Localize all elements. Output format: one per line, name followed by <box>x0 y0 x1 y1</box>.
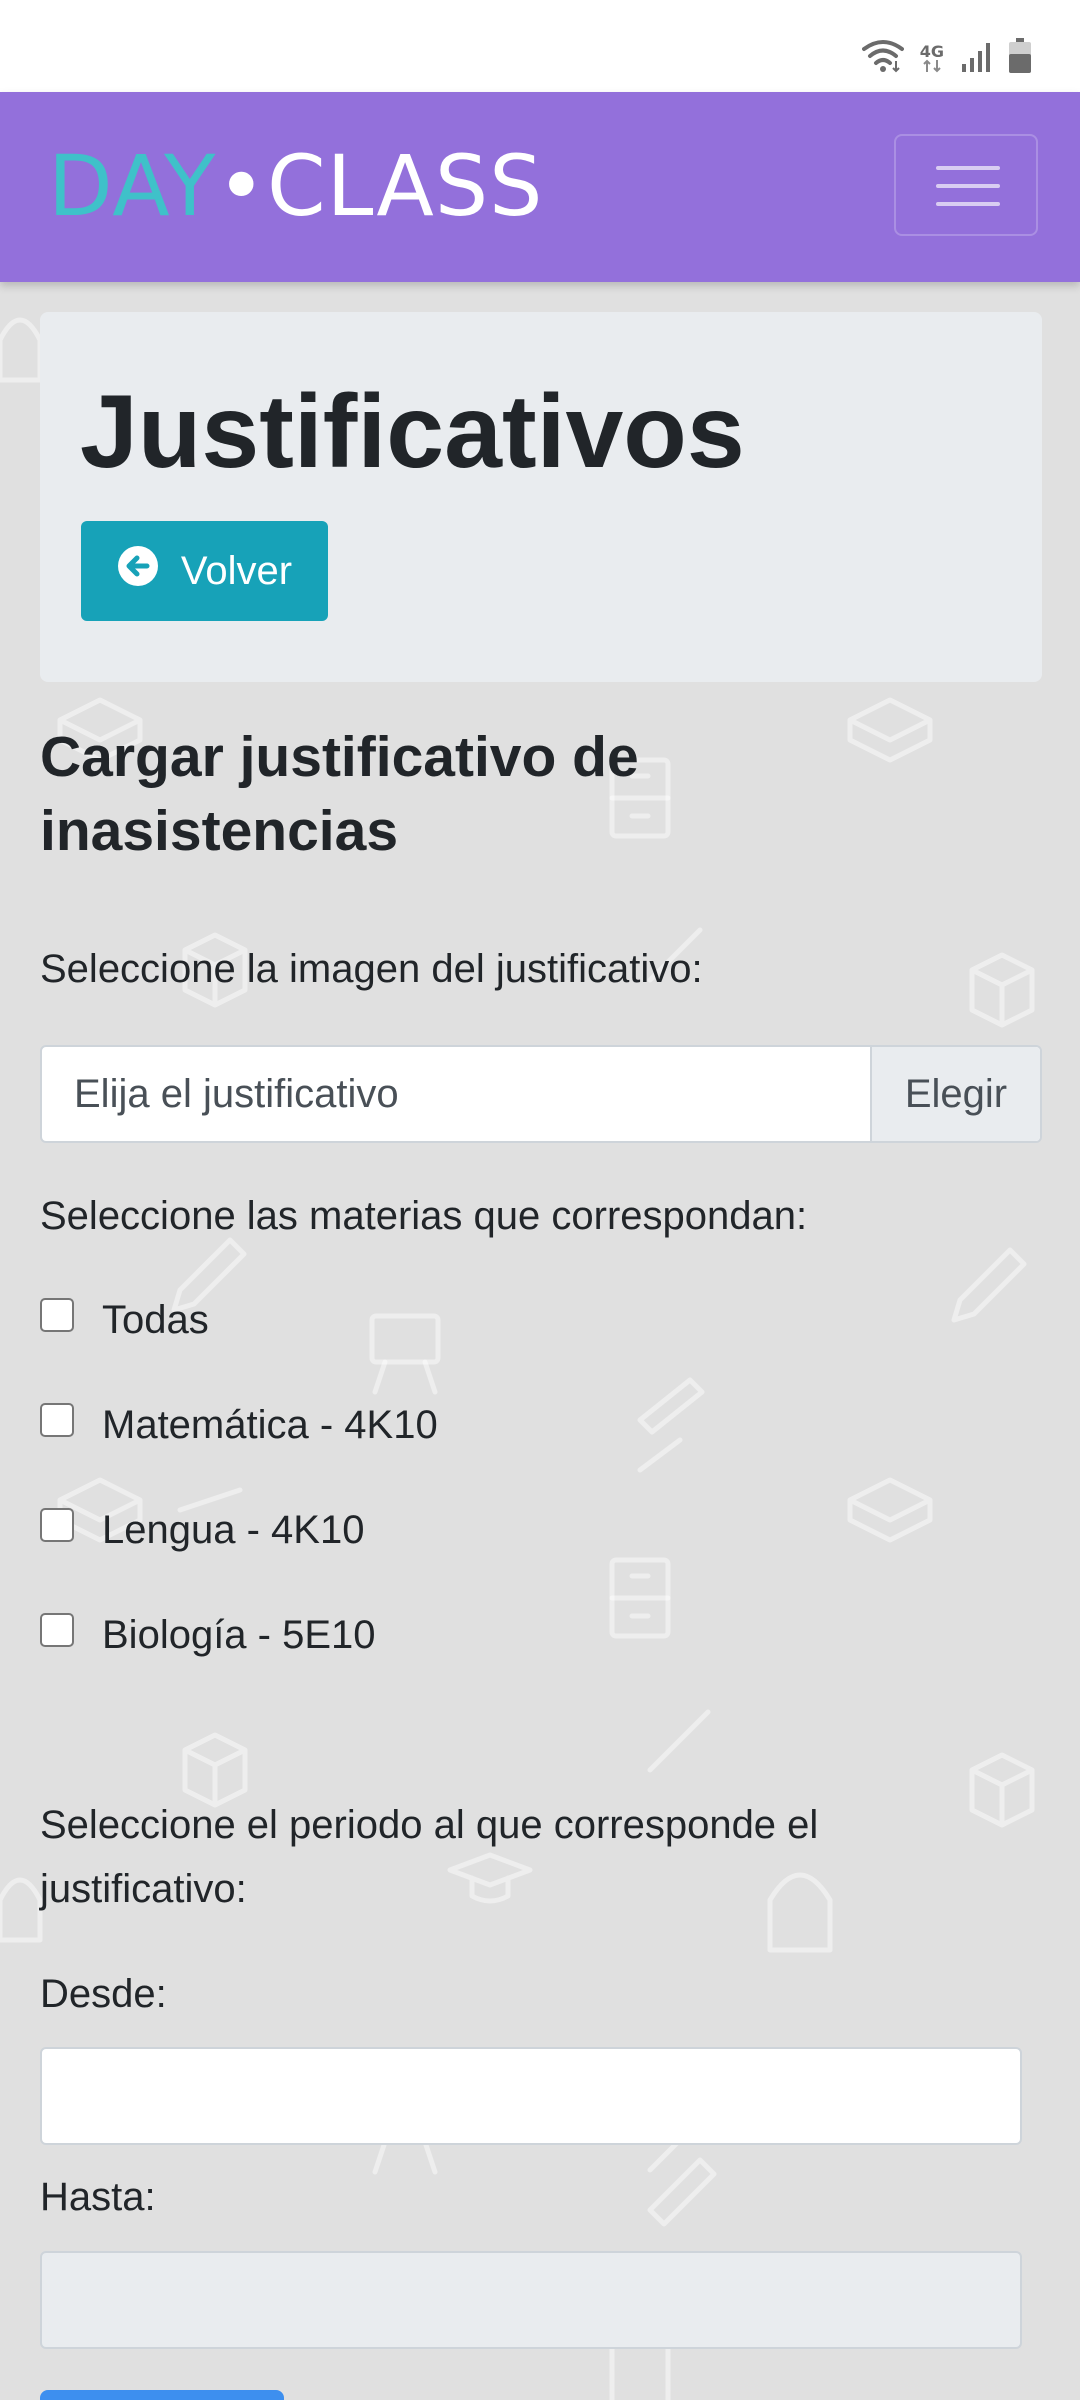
checkbox[interactable] <box>40 1403 74 1437</box>
subject-label: Matemática - 4K10 <box>102 1402 438 1447</box>
checkbox[interactable] <box>40 1508 74 1542</box>
checkbox[interactable] <box>40 1613 74 1647</box>
to-label: Hasta: <box>40 2175 156 2219</box>
navbar: DAY•CLASS <box>0 92 1080 282</box>
back-button[interactable]: Volver <box>81 521 328 621</box>
choose-file-button[interactable]: Elegir <box>870 1047 1040 1141</box>
subject-option-todas[interactable]: Todas <box>40 1290 209 1350</box>
status-icons: 4G <box>861 38 1032 79</box>
brand-dot: • <box>216 137 268 235</box>
wifi-icon <box>861 39 904 78</box>
brand-class: CLASS <box>267 137 544 235</box>
from-label: Desde: <box>40 1972 167 2016</box>
battery-icon <box>1008 38 1032 79</box>
submit-button[interactable] <box>40 2390 284 2400</box>
subject-option-matematica[interactable]: Matemática - 4K10 <box>40 1395 438 1455</box>
from-date-input[interactable] <box>40 2047 1022 2145</box>
subject-option-biologia[interactable]: Biología - 5E10 <box>40 1605 376 1665</box>
file-placeholder: Elija el justificativo <box>74 1072 399 1116</box>
page-header: Justificativos Volver <box>40 312 1042 682</box>
brand-logo[interactable]: DAY•CLASS <box>48 136 544 236</box>
subject-label: Lengua - 4K10 <box>102 1507 365 1552</box>
mobile-data-icon: 4G <box>919 41 944 73</box>
status-bar: 4G <box>0 0 1080 92</box>
menu-toggle-button[interactable] <box>894 134 1038 236</box>
back-button-label: Volver <box>180 548 293 593</box>
form-title: Cargar justificativo de inasistencias <box>40 725 639 863</box>
file-input[interactable]: Elija el justificativo Elegir <box>40 1045 1042 1143</box>
hamburger-icon-line <box>936 184 1000 188</box>
period-label: Seleccione el periodo al que corresponde… <box>40 1803 819 1911</box>
checkbox[interactable] <box>40 1298 74 1332</box>
image-label: Seleccione la imagen del justificativo: <box>40 947 703 991</box>
hamburger-icon-line <box>936 166 1000 170</box>
subject-label: Biología - 5E10 <box>102 1612 376 1657</box>
arrow-circle-left-icon <box>117 545 159 597</box>
signal-icon <box>960 40 992 77</box>
subjects-label: Seleccione las materias que correspondan… <box>40 1194 808 1238</box>
page-title: Justificativos <box>80 374 745 490</box>
hamburger-icon-line <box>936 202 1000 206</box>
subject-option-lengua[interactable]: Lengua - 4K10 <box>40 1500 364 1560</box>
to-date-input[interactable] <box>40 2251 1022 2349</box>
subject-label: Todas <box>102 1297 209 1342</box>
brand-day: DAY <box>48 137 217 235</box>
network-type-label: 4G <box>919 41 944 61</box>
